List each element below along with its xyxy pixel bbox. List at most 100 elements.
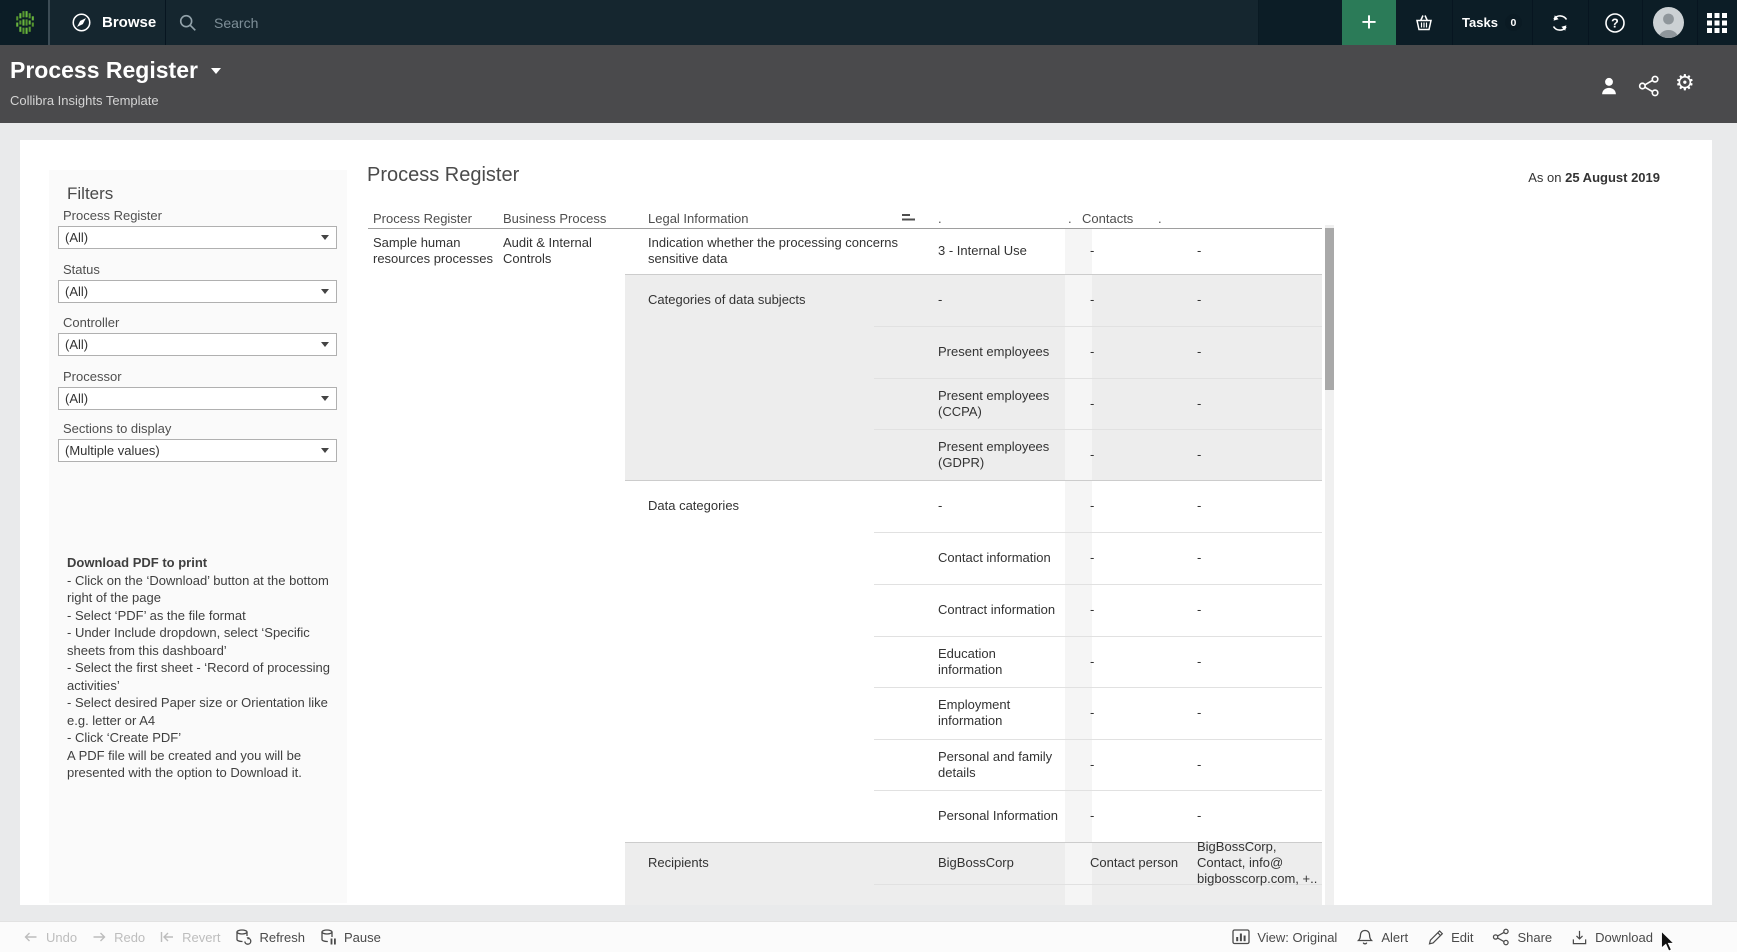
table-row: Personal and family details - - bbox=[368, 739, 1322, 790]
gear-icon: ⚙ bbox=[1675, 70, 1695, 95]
col-header-dot: . bbox=[938, 210, 942, 227]
dashboard-area: Filters Process Register (All) Status (A… bbox=[0, 123, 1737, 921]
cell-business-process: Audit & Internal Controls bbox=[503, 228, 641, 274]
owner-button[interactable] bbox=[1598, 75, 1620, 97]
table-row: Present employees (GDPR) - - bbox=[368, 429, 1322, 480]
redo-button[interactable]: Redo bbox=[91, 929, 145, 945]
cell-contact-type: - bbox=[1090, 429, 1190, 480]
cell-contact-value: - bbox=[1197, 739, 1319, 790]
basket-icon bbox=[1412, 11, 1436, 35]
alert-button[interactable]: Alert bbox=[1356, 928, 1408, 946]
filter-dropdown[interactable]: (All) bbox=[58, 280, 337, 303]
edit-button[interactable]: Edit bbox=[1427, 929, 1473, 946]
browse-label: Browse bbox=[102, 14, 156, 31]
revert-icon bbox=[159, 929, 175, 945]
collibra-logo-icon bbox=[10, 8, 39, 37]
cell-subject: Employment information bbox=[938, 687, 1060, 739]
download-label: Download bbox=[1595, 930, 1653, 945]
edit-label: Edit bbox=[1451, 930, 1473, 945]
data-pause-icon bbox=[319, 928, 337, 946]
browse-button[interactable]: Browse bbox=[70, 0, 156, 45]
cell-contact-type: - bbox=[1090, 378, 1190, 429]
table-row: Recipients BigBossCorp Contact person Bi… bbox=[368, 842, 1322, 884]
table-row: Present employees - - bbox=[368, 326, 1322, 378]
help-icon: ? bbox=[1603, 11, 1627, 35]
cell-subject: Present employees bbox=[938, 326, 1060, 378]
cell-subject: - bbox=[938, 480, 1060, 532]
page-subtitle: Collibra Insights Template bbox=[10, 93, 159, 108]
pause-button[interactable]: Pause bbox=[319, 928, 381, 946]
refresh-button[interactable]: Refresh bbox=[234, 928, 305, 946]
chevron-down-icon bbox=[321, 396, 329, 401]
table-row: Present employees (CCPA) - - bbox=[368, 378, 1322, 429]
col-header-legal-information: Legal Information bbox=[648, 210, 748, 227]
cell-contact-value: - bbox=[1197, 584, 1319, 636]
cell-contact-value: - bbox=[1197, 228, 1319, 274]
instruction-line: A PDF file will be created and you will … bbox=[67, 747, 349, 782]
sheet-title: Process Register bbox=[367, 164, 519, 187]
table-scrollbar[interactable] bbox=[1325, 225, 1334, 905]
filter-label: Status bbox=[63, 262, 100, 277]
download-button[interactable]: Download bbox=[1571, 929, 1653, 946]
dashboard-sheet: Filters Process Register (All) Status (A… bbox=[20, 140, 1712, 905]
divider bbox=[1642, 0, 1643, 45]
filter-dropdown[interactable]: (All) bbox=[58, 333, 337, 356]
tasks-button[interactable]: Tasks 0 bbox=[1452, 0, 1532, 45]
app-window: Browse + Tasks 0 bbox=[0, 0, 1737, 952]
create-button[interactable]: + bbox=[1342, 0, 1396, 45]
cell-contact-value: - bbox=[1197, 429, 1319, 480]
tasks-label: Tasks bbox=[1462, 15, 1498, 30]
divider bbox=[165, 0, 166, 45]
table-row: Categories of data subjects - - - bbox=[368, 274, 1322, 326]
filter-dropdown[interactable]: (All) bbox=[58, 387, 337, 410]
col-header-contacts: Contacts bbox=[1082, 210, 1133, 227]
cell-contact-type: - bbox=[1090, 480, 1190, 532]
share-button[interactable]: Share bbox=[1492, 928, 1552, 946]
share-view-button[interactable] bbox=[1638, 75, 1660, 97]
sort-icon[interactable] bbox=[902, 210, 916, 227]
view-label: View: Original bbox=[1257, 930, 1337, 945]
filter-label: Sections to display bbox=[63, 421, 171, 436]
table-row: Contract information - - bbox=[368, 584, 1322, 636]
cell-subject: Education information bbox=[938, 636, 1060, 687]
avatar-icon bbox=[1652, 6, 1685, 39]
settings-button[interactable]: ⚙ bbox=[1675, 72, 1695, 94]
cell-contact-value: - bbox=[1197, 687, 1319, 739]
process-register-table: Process Register Business Process Legal … bbox=[368, 210, 1322, 905]
bell-icon bbox=[1356, 928, 1374, 946]
filter-dropdown[interactable]: (All) bbox=[58, 226, 337, 249]
cell-legal: Recipients bbox=[648, 842, 926, 884]
search-icon bbox=[178, 13, 198, 33]
revert-button[interactable]: Revert bbox=[159, 929, 220, 945]
sync-button[interactable] bbox=[1532, 0, 1588, 45]
collibra-logo[interactable] bbox=[10, 8, 39, 42]
cell-contact-value: - bbox=[1197, 378, 1319, 429]
instructions-title: Download PDF to print bbox=[67, 554, 349, 572]
top-navbar: Browse + Tasks 0 bbox=[0, 0, 1737, 45]
chevron-down-icon bbox=[321, 235, 329, 240]
cell-subject: 3 - Internal Use bbox=[938, 228, 1060, 274]
as-on-prefix: As on bbox=[1528, 170, 1565, 185]
scrollbar-thumb[interactable] bbox=[1325, 228, 1334, 390]
cell-subject: Present employees (GDPR) bbox=[938, 429, 1060, 480]
cell-subject: - bbox=[938, 274, 1060, 326]
help-button[interactable]: ? bbox=[1588, 0, 1642, 45]
apps-grid-button[interactable] bbox=[1697, 0, 1737, 45]
search-input[interactable] bbox=[212, 14, 776, 32]
shopping-basket-button[interactable] bbox=[1396, 0, 1452, 45]
col-header-dot: . bbox=[1068, 210, 1072, 227]
cell-subject: BigBossCorp bbox=[938, 842, 1060, 884]
undo-button[interactable]: Undo bbox=[23, 929, 77, 945]
compass-icon bbox=[70, 11, 93, 34]
filter-value: (All) bbox=[59, 284, 321, 299]
toolbar-left: Undo Redo Revert bbox=[0, 928, 381, 946]
view-button[interactable]: View: Original bbox=[1232, 929, 1337, 945]
cell-contact-type: - bbox=[1090, 274, 1190, 326]
cell-subject: Present employees (CCPA) bbox=[938, 378, 1060, 429]
title-chevron-down-icon[interactable] bbox=[211, 68, 221, 74]
user-avatar[interactable] bbox=[1652, 6, 1685, 44]
search-bar[interactable] bbox=[178, 0, 776, 45]
instruction-line: - Click ‘Create PDF’ bbox=[67, 729, 349, 747]
filter-dropdown[interactable]: (Multiple values) bbox=[58, 439, 337, 462]
table-row: Education information - - bbox=[368, 636, 1322, 687]
